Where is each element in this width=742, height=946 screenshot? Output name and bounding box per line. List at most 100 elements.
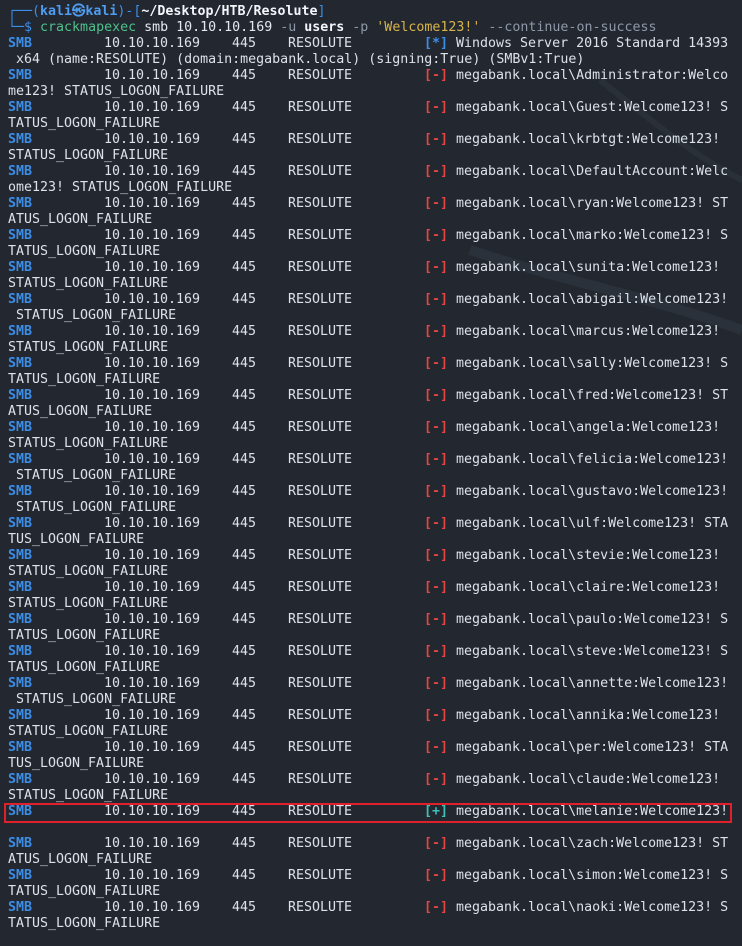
port: 445 [232,484,257,499]
port: 445 [232,356,257,371]
protocol: SMB [8,36,33,51]
ip-address: 10.10.10.169 [104,260,201,275]
status-marker: [-] [424,324,449,339]
users-arg: users [296,20,353,35]
output-row: SMB 10.10.10.169 445 RESOLUTE [-] megabank.lo… [8,356,738,372]
credential-message: megabank.local\zach:Welcome123! ST [456,836,729,851]
ip-address: 10.10.10.169 [104,100,201,115]
port: 445 [232,772,257,787]
credential-message: megabank.local\stevie:Welcome123! [456,548,721,563]
command-name: crackmapexec [40,20,137,35]
protocol: SMB [8,580,33,595]
protocol: SMB [8,612,33,627]
hostname: RESOLUTE [288,484,353,499]
output-row: SMB 10.10.10.169 445 RESOLUTE [-] megabank.lo… [8,196,738,212]
port: 445 [232,612,257,627]
credential-message: megabank.local\claude:Welcome123! [456,772,721,787]
credential-message: megabank.local\angela:Welcome123! [456,420,721,435]
status-marker: [-] [424,452,449,467]
output-row: SMB 10.10.10.169 445 RESOLUTE [-] megabank.lo… [8,260,738,276]
ip-address: 10.10.10.169 [104,324,201,339]
ip-address: 10.10.10.169 [104,708,201,723]
status-marker: [-] [424,420,449,435]
port: 445 [232,676,257,691]
port: 445 [232,196,257,211]
hostname: RESOLUTE [288,388,353,403]
hostname: RESOLUTE [288,420,353,435]
output-row: SMB 10.10.10.169 445 RESOLUTE [-] megabank.lo… [8,484,738,500]
flag-users: -u [280,20,297,35]
credential-message: megabank.local\claire:Welcome123! [456,580,721,595]
output-row-wrap: TUS_LOGON_FAILURE [8,532,145,547]
ip-address: 10.10.10.169 [104,644,201,659]
status-info: [*] [424,36,449,51]
output-row-wrap: ome123! STATUS_LOGON_FAILURE [8,180,233,195]
protocol: SMB [8,644,33,659]
status-marker: [-] [424,548,449,563]
ip-address: 10.10.10.169 [104,484,201,499]
port: 445 [232,452,257,467]
hostname: RESOLUTE [288,868,353,883]
ip-address: 10.10.10.169 [104,676,201,691]
output-row: SMB 10.10.10.169 445 RESOLUTE [-] megabank.lo… [8,740,738,756]
protocol: SMB [8,68,33,83]
password-arg: 'Welcome123!' [368,20,481,35]
protocol: SMB [8,740,33,755]
credential-message: megabank.local\ryan:Welcome123! ST [456,196,729,211]
credential-message: megabank.local\marko:Welcome123! S [456,228,729,243]
hostname: RESOLUTE [288,708,353,723]
status-marker: [-] [424,164,449,179]
hostname: RESOLUTE [288,516,353,531]
port: 445 [232,388,257,403]
status-marker: [-] [424,68,449,83]
output-row: SMB 10.10.10.169 445 RESOLUTE [-] megabank.lo… [8,420,738,436]
output-row-wrap: TATUS_LOGON_FAILURE [8,244,161,259]
protocol: SMB [8,868,33,883]
protocol: SMB [8,292,33,307]
protocol: SMB [8,548,33,563]
hostname: RESOLUTE [288,452,353,467]
ip-address: 10.10.10.169 [104,164,201,179]
output-row-wrap: TATUS_LOGON_FAILURE [8,884,161,899]
port: 445 [232,324,257,339]
protocol: SMB [8,772,33,787]
status-marker: [+] [424,804,449,819]
output-row-wrap: STATUS_LOGON_FAILURE [8,564,169,579]
output-row: SMB 10.10.10.169 445 RESOLUTE [-] megabank.lo… [8,132,738,148]
protocol: SMB [8,708,33,723]
credential-message: megabank.local\per:Welcome123! STA [456,740,729,755]
ip-address: 10.10.10.169 [104,452,201,467]
port: 445 [232,260,257,275]
credential-message: megabank.local\krbtgt:Welcome123! [456,132,721,147]
output-row: SMB 10.10.10.169 445 RESOLUTE [-] megabank.lo… [8,292,738,308]
output-row: SMB 10.10.10.169 445 RESOLUTE [-] megabank.lo… [8,772,738,788]
output-row-wrap: STATUS_LOGON_FAILURE [8,596,169,611]
status-marker: [-] [424,708,449,723]
protocol: SMB [8,516,33,531]
protocol: SMB [8,324,33,339]
output-row-wrap: me123! STATUS_LOGON_FAILURE [8,84,225,99]
port: 445 [232,548,257,563]
credential-message: megabank.local\DefaultAccount:Welc [456,164,729,179]
hostname: RESOLUTE [288,260,353,275]
credential-message: megabank.local\annette:Welcome123! [456,676,729,691]
output-row: SMB 10.10.10.169 445 RESOLUTE [-] megabank.lo… [8,580,738,596]
credential-message: megabank.local\Administrator:Welco [456,68,729,83]
protocol: SMB [8,164,33,179]
output-row: SMB 10.10.10.169 445 RESOLUTE [-] megabank.lo… [8,228,738,244]
output-row-wrap: x64 (name:RESOLUTE) (domain:megabank.loc… [8,52,585,67]
port: 445 [232,868,257,883]
status-marker: [-] [424,772,449,787]
ip-address: 10.10.10.169 [104,900,201,915]
hostname: RESOLUTE [288,804,353,819]
protocol: SMB [8,196,33,211]
status-marker: [-] [424,516,449,531]
ip-address: 10.10.10.169 [104,804,201,819]
ip-address: 10.10.10.169 [104,516,201,531]
command-line[interactable]: └─$ crackmapexec smb 10.10.10.169 -u use… [8,20,738,36]
status-marker: [-] [424,676,449,691]
port: 445 [232,804,257,819]
flag-continue: --continue-on-success [480,20,657,35]
hostname: RESOLUTE [288,836,353,851]
hostname: RESOLUTE [288,228,353,243]
